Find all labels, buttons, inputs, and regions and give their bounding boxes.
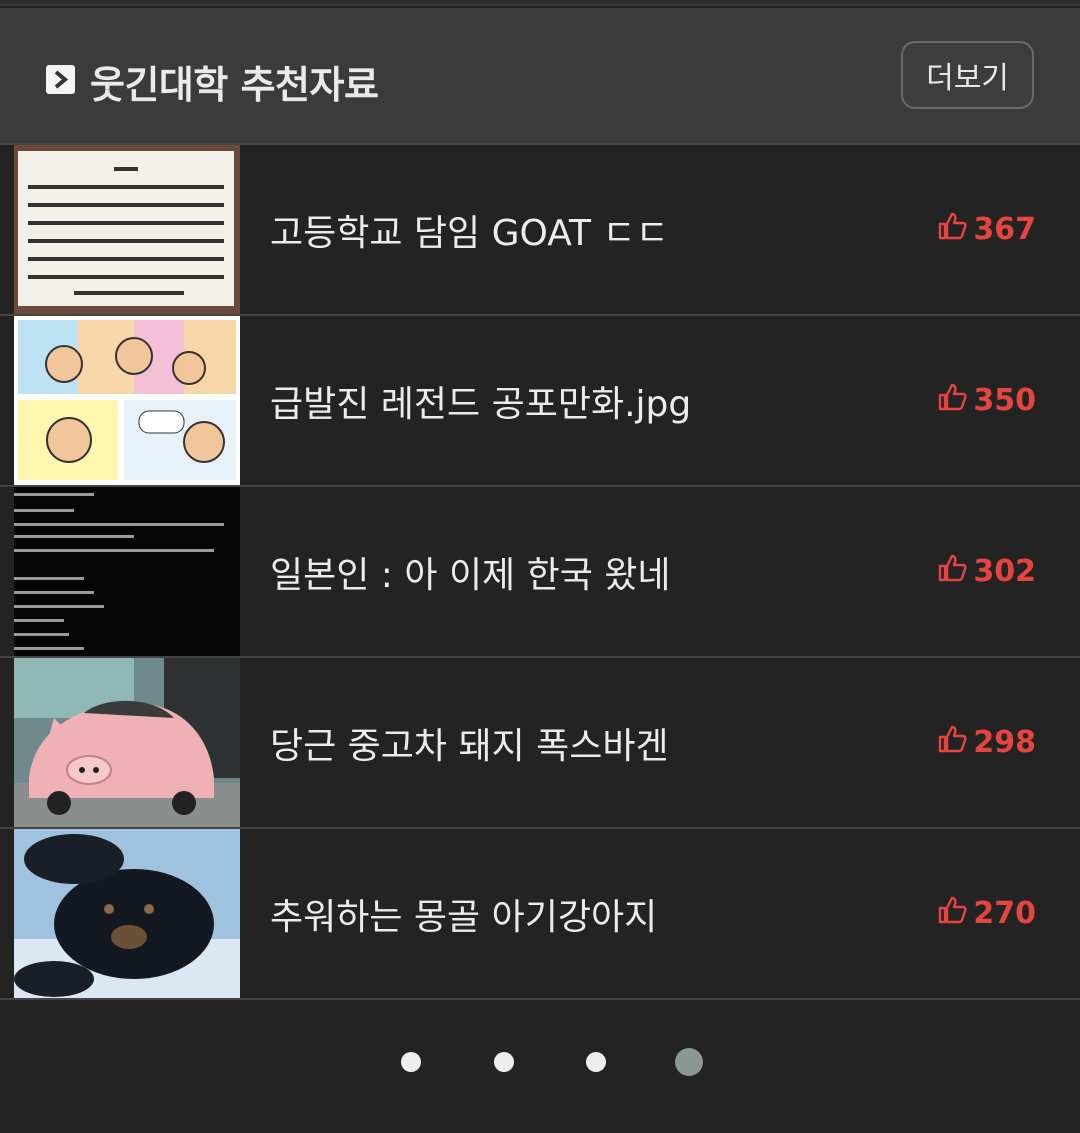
list-item[interactable]: 고등학교 담임 GOAT ㄷㄷ 367 [0, 145, 1080, 316]
like-count: 350 [937, 316, 1036, 485]
thumbs-up-icon [937, 724, 967, 762]
section-title: 웃긴대학 추천자료 [90, 63, 379, 107]
thumbs-up-icon [937, 553, 967, 591]
thumbnail-image [14, 316, 240, 485]
page-dot-2[interactable] [494, 1052, 514, 1072]
like-count: 367 [937, 145, 1036, 314]
like-count: 270 [937, 829, 1036, 998]
like-count-value: 367 [973, 212, 1036, 247]
list-item[interactable]: 급발진 레전드 공포만화.jpg 350 [0, 316, 1080, 487]
thumbnail-image [14, 145, 240, 314]
recommended-list: 고등학교 담임 GOAT ㄷㄷ 367 급발진 레전드 공포만화.jpg 350… [0, 145, 1080, 1000]
thumbs-up-icon [937, 211, 967, 249]
like-count-value: 302 [973, 554, 1036, 589]
thumbs-up-icon [937, 382, 967, 420]
like-count-value: 270 [973, 896, 1036, 931]
list-item[interactable]: 추워하는 몽골 아기강아지 270 [0, 829, 1080, 1000]
item-title[interactable]: 당근 중고차 돼지 폭스바겐 [270, 658, 669, 827]
like-count-value: 350 [973, 383, 1036, 418]
page-dot-3[interactable] [586, 1052, 606, 1072]
more-button[interactable]: 더보기 [901, 41, 1034, 109]
pagination-dots [0, 1046, 1080, 1078]
top-divider [0, 0, 1080, 6]
thumbnail-image [14, 487, 240, 656]
like-count: 302 [937, 487, 1036, 656]
page-dot-4[interactable] [675, 1048, 703, 1076]
page-dot-1[interactable] [401, 1052, 421, 1072]
like-count: 298 [937, 658, 1036, 827]
chevron-right-icon [46, 65, 75, 94]
like-count-value: 298 [973, 725, 1036, 760]
list-item[interactable]: 당근 중고차 돼지 폭스바겐 298 [0, 658, 1080, 829]
section-header: 웃긴대학 추천자료 더보기 [0, 8, 1080, 145]
item-title[interactable]: 일본인 : 아 이제 한국 왔네 [270, 487, 671, 656]
thumbs-up-icon [937, 895, 967, 933]
item-title[interactable]: 고등학교 담임 GOAT ㄷㄷ [270, 145, 669, 314]
thumbnail-image [14, 658, 240, 827]
item-title[interactable]: 추워하는 몽골 아기강아지 [270, 829, 657, 998]
thumbnail-image [14, 829, 240, 998]
item-title[interactable]: 급발진 레전드 공포만화.jpg [270, 316, 691, 485]
list-item[interactable]: 일본인 : 아 이제 한국 왔네 302 [0, 487, 1080, 658]
